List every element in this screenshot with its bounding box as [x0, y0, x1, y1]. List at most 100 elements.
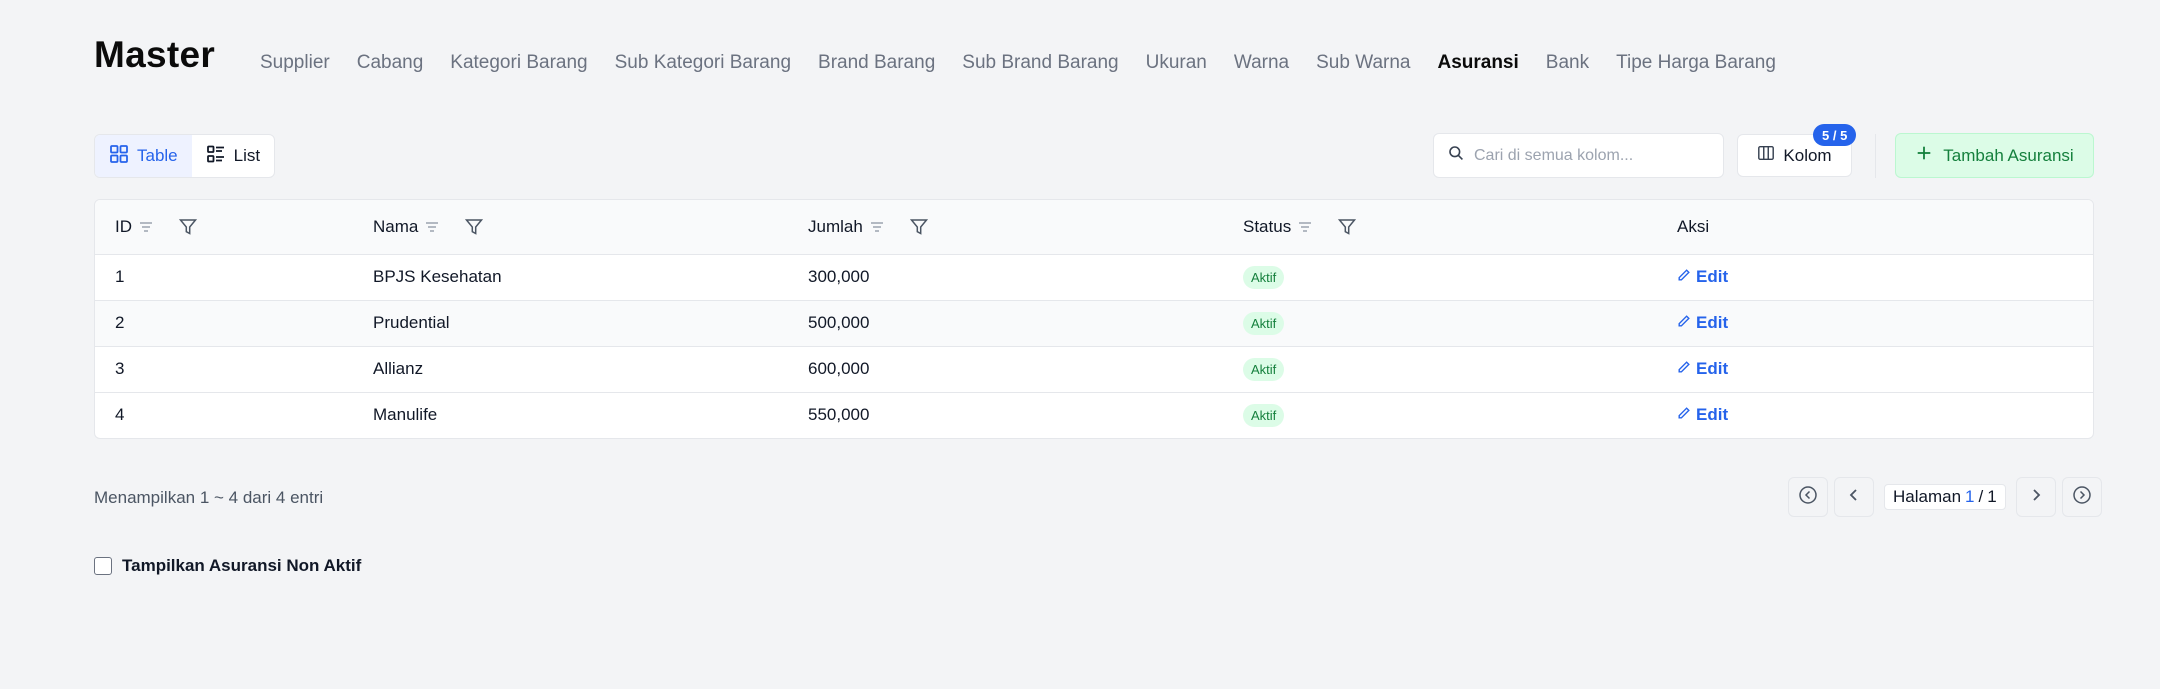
chevron-left-icon	[1843, 484, 1865, 511]
edit-button[interactable]: Edit	[1677, 359, 1728, 379]
current-page: 1	[1965, 487, 1975, 506]
search-icon	[1448, 145, 1464, 166]
tab-tipe-harga-barang[interactable]: Tipe Harga Barang	[1616, 52, 1776, 74]
columns-label: Kolom	[1783, 145, 1832, 165]
column-label-jumlah: Jumlah	[808, 216, 863, 236]
tab-asuransi[interactable]: Asuransi	[1437, 52, 1518, 74]
tab-bank[interactable]: Bank	[1546, 52, 1589, 74]
cell-status: Aktif	[1223, 254, 1657, 301]
list-view-button[interactable]: List	[192, 135, 274, 177]
list-view-label: List	[233, 146, 261, 165]
cell-jumlah: 550,000	[808, 405, 870, 425]
table-row: 1 BPJS Kesehatan 300,000 Aktif Edit	[95, 254, 2093, 301]
tab-sub-kategori-barang[interactable]: Sub Kategori Barang	[615, 52, 791, 74]
table-view-label: Table	[137, 146, 178, 165]
column-header-id: ID	[95, 200, 353, 255]
chevron-right-icon	[2025, 484, 2047, 511]
column-label-id: ID	[115, 216, 132, 236]
pagination: Halaman 1 / 1	[1788, 477, 2102, 517]
search-input[interactable]	[1474, 146, 1709, 165]
sort-icon[interactable]	[869, 219, 885, 235]
show-inactive-toggle[interactable]: Tampilkan Asuransi Non Aktif	[94, 556, 361, 576]
edit-label: Edit	[1696, 359, 1729, 378]
prev-page-button[interactable]	[1834, 477, 1874, 517]
column-header-nama: Nama	[353, 200, 788, 255]
cell-aksi: Edit	[1657, 346, 2093, 393]
tab-brand-barang[interactable]: Brand Barang	[818, 52, 935, 74]
column-header-jumlah: Jumlah	[788, 200, 1223, 255]
cell-id: 4	[115, 405, 125, 425]
grid-icon	[109, 144, 129, 169]
cell-status: Aktif	[1223, 346, 1657, 393]
edit-label: Edit	[1696, 267, 1729, 286]
cell-aksi: Edit	[1657, 254, 2093, 301]
tab-cabang[interactable]: Cabang	[357, 52, 424, 74]
sort-icon[interactable]	[424, 219, 440, 235]
column-header-aksi: Aksi	[1657, 200, 2093, 255]
tab-warna[interactable]: Warna	[1234, 52, 1289, 74]
column-header-status: Status	[1223, 200, 1657, 255]
add-insurance-label: Tambah Asuransi	[1943, 145, 2074, 165]
toolbar-divider	[1875, 134, 1876, 178]
columns-count-badge: 5 / 5	[1813, 124, 1857, 146]
plus-icon	[1915, 144, 1933, 167]
tab-supplier[interactable]: Supplier	[260, 52, 330, 74]
cell-status: Aktif	[1223, 392, 1657, 438]
data-table: ID Nama Jumlah Status Aksi 1 BPJS Keseha…	[94, 199, 2094, 439]
master-tabs: Supplier Cabang Kategori Barang Sub Kate…	[260, 52, 1776, 74]
edit-button[interactable]: Edit	[1677, 267, 1728, 287]
pencil-icon	[1677, 313, 1691, 333]
show-inactive-checkbox[interactable]	[94, 557, 112, 575]
table-view-button[interactable]: Table	[95, 135, 192, 177]
table-row: 2 Prudential 500,000 Aktif Edit	[95, 300, 2093, 347]
cell-aksi: Edit	[1657, 392, 2093, 438]
cell-nama: Allianz	[353, 346, 788, 393]
status-badge: Aktif	[1243, 357, 1285, 381]
filter-icon[interactable]	[464, 217, 484, 237]
search-box	[1433, 133, 1724, 178]
cell-nama: Manulife	[373, 405, 438, 425]
first-page-button[interactable]	[1788, 477, 1828, 517]
cell-nama: Prudential	[353, 300, 788, 347]
column-label-aksi: Aksi	[1677, 216, 1710, 236]
edit-label: Edit	[1696, 405, 1729, 425]
status-badge: Aktif	[1243, 311, 1285, 335]
page-indicator: Halaman 1 / 1	[1884, 484, 2006, 510]
sort-icon[interactable]	[1297, 219, 1313, 235]
tab-sub-brand-barang[interactable]: Sub Brand Barang	[962, 52, 1118, 74]
list-icon	[206, 144, 226, 169]
table-row: 4 Manulife 550,000 Aktif Edit	[95, 392, 2093, 438]
cell-id: 3	[95, 346, 353, 393]
cell-nama: BPJS Kesehatan	[353, 254, 788, 301]
edit-label: Edit	[1696, 313, 1729, 332]
page-title: Master	[94, 34, 216, 75]
cell-jumlah: 600,000	[788, 346, 1223, 393]
first-page-icon	[1797, 484, 1819, 511]
cell-status: Aktif	[1223, 300, 1657, 347]
edit-button[interactable]: Edit	[1677, 405, 1728, 425]
edit-button[interactable]: Edit	[1677, 313, 1728, 333]
cell-jumlah: 500,000	[788, 300, 1223, 347]
page-separator: /	[1978, 487, 1984, 506]
cell-id: 1	[95, 254, 353, 301]
tab-sub-warna[interactable]: Sub Warna	[1316, 52, 1410, 74]
total-pages: 1	[1987, 487, 1997, 506]
sort-icon[interactable]	[138, 219, 154, 235]
cell-id: 2	[95, 300, 353, 347]
show-inactive-label: Tampilkan Asuransi Non Aktif	[122, 556, 362, 575]
status-badge: Aktif	[1243, 265, 1285, 289]
add-insurance-button[interactable]: Tambah Asuransi	[1895, 133, 2094, 178]
entries-info: Menampilkan 1 ~ 4 dari 4 entri	[94, 488, 324, 507]
columns-icon	[1757, 144, 1775, 167]
filter-icon[interactable]	[1337, 217, 1357, 237]
filter-icon[interactable]	[178, 217, 198, 237]
pencil-icon	[1677, 359, 1691, 379]
tab-kategori-barang[interactable]: Kategori Barang	[450, 52, 587, 74]
table-row: 3 Allianz 600,000 Aktif Edit	[95, 346, 2093, 393]
next-page-button[interactable]	[2015, 477, 2056, 517]
filter-icon[interactable]	[909, 217, 929, 237]
page-label: Halaman	[1893, 487, 1962, 506]
last-page-button[interactable]	[2061, 477, 2102, 517]
tab-ukuran[interactable]: Ukuran	[1146, 52, 1207, 74]
column-label-status: Status	[1243, 216, 1292, 236]
